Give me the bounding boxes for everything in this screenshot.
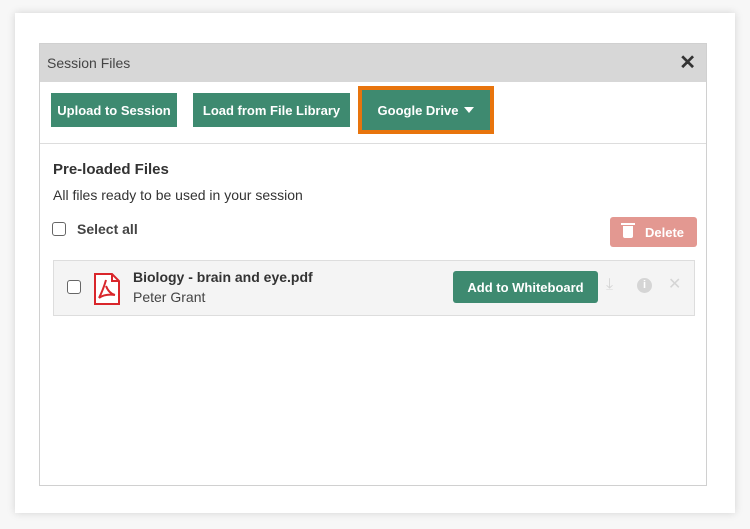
section-subtitle: All files ready to be used in your sessi… <box>53 187 303 203</box>
file-name: Biology - brain and eye.pdf <box>133 269 313 285</box>
close-icon[interactable]: ✕ <box>679 53 696 73</box>
select-all-checkbox[interactable] <box>52 222 66 236</box>
google-drive-dropdown-button[interactable]: Google Drive <box>362 90 490 130</box>
upload-to-session-label: Upload to Session <box>57 102 171 118</box>
trash-icon <box>620 223 635 238</box>
delete-label: Delete <box>644 224 685 240</box>
add-to-whiteboard-label: Add to Whiteboard <box>467 279 584 295</box>
info-icon[interactable]: i <box>637 278 652 293</box>
toolbar: Upload to Session Load from File Library… <box>40 82 706 144</box>
file-owner: Peter Grant <box>133 289 206 305</box>
remove-icon[interactable]: ✕ <box>668 277 681 293</box>
caret-down-icon <box>464 107 475 113</box>
download-icon[interactable]: ⤓ <box>606 277 613 293</box>
upload-to-session-button[interactable]: Upload to Session <box>51 93 177 127</box>
pdf-icon <box>94 273 120 305</box>
section-heading: Pre-loaded Files <box>53 161 169 178</box>
dialog-titlebar: Session Files ✕ <box>40 44 706 82</box>
file-checkbox[interactable] <box>67 280 81 294</box>
google-drive-label: Google Drive <box>377 102 459 118</box>
delete-button[interactable]: Delete <box>610 217 697 247</box>
select-all[interactable]: Select all <box>52 221 138 237</box>
session-files-dialog: Session Files ✕ Upload to Session Load f… <box>39 43 707 486</box>
dialog-title: Session Files <box>47 55 131 71</box>
load-from-file-library-label: Load from File Library <box>202 102 341 118</box>
load-from-file-library-button[interactable]: Load from File Library <box>193 93 350 127</box>
file-row: Biology - brain and eye.pdf Peter Grant … <box>53 260 695 316</box>
add-to-whiteboard-button[interactable]: Add to Whiteboard <box>453 271 598 303</box>
google-drive-highlight: Google Drive <box>358 86 494 134</box>
select-all-label: Select all <box>77 221 138 237</box>
